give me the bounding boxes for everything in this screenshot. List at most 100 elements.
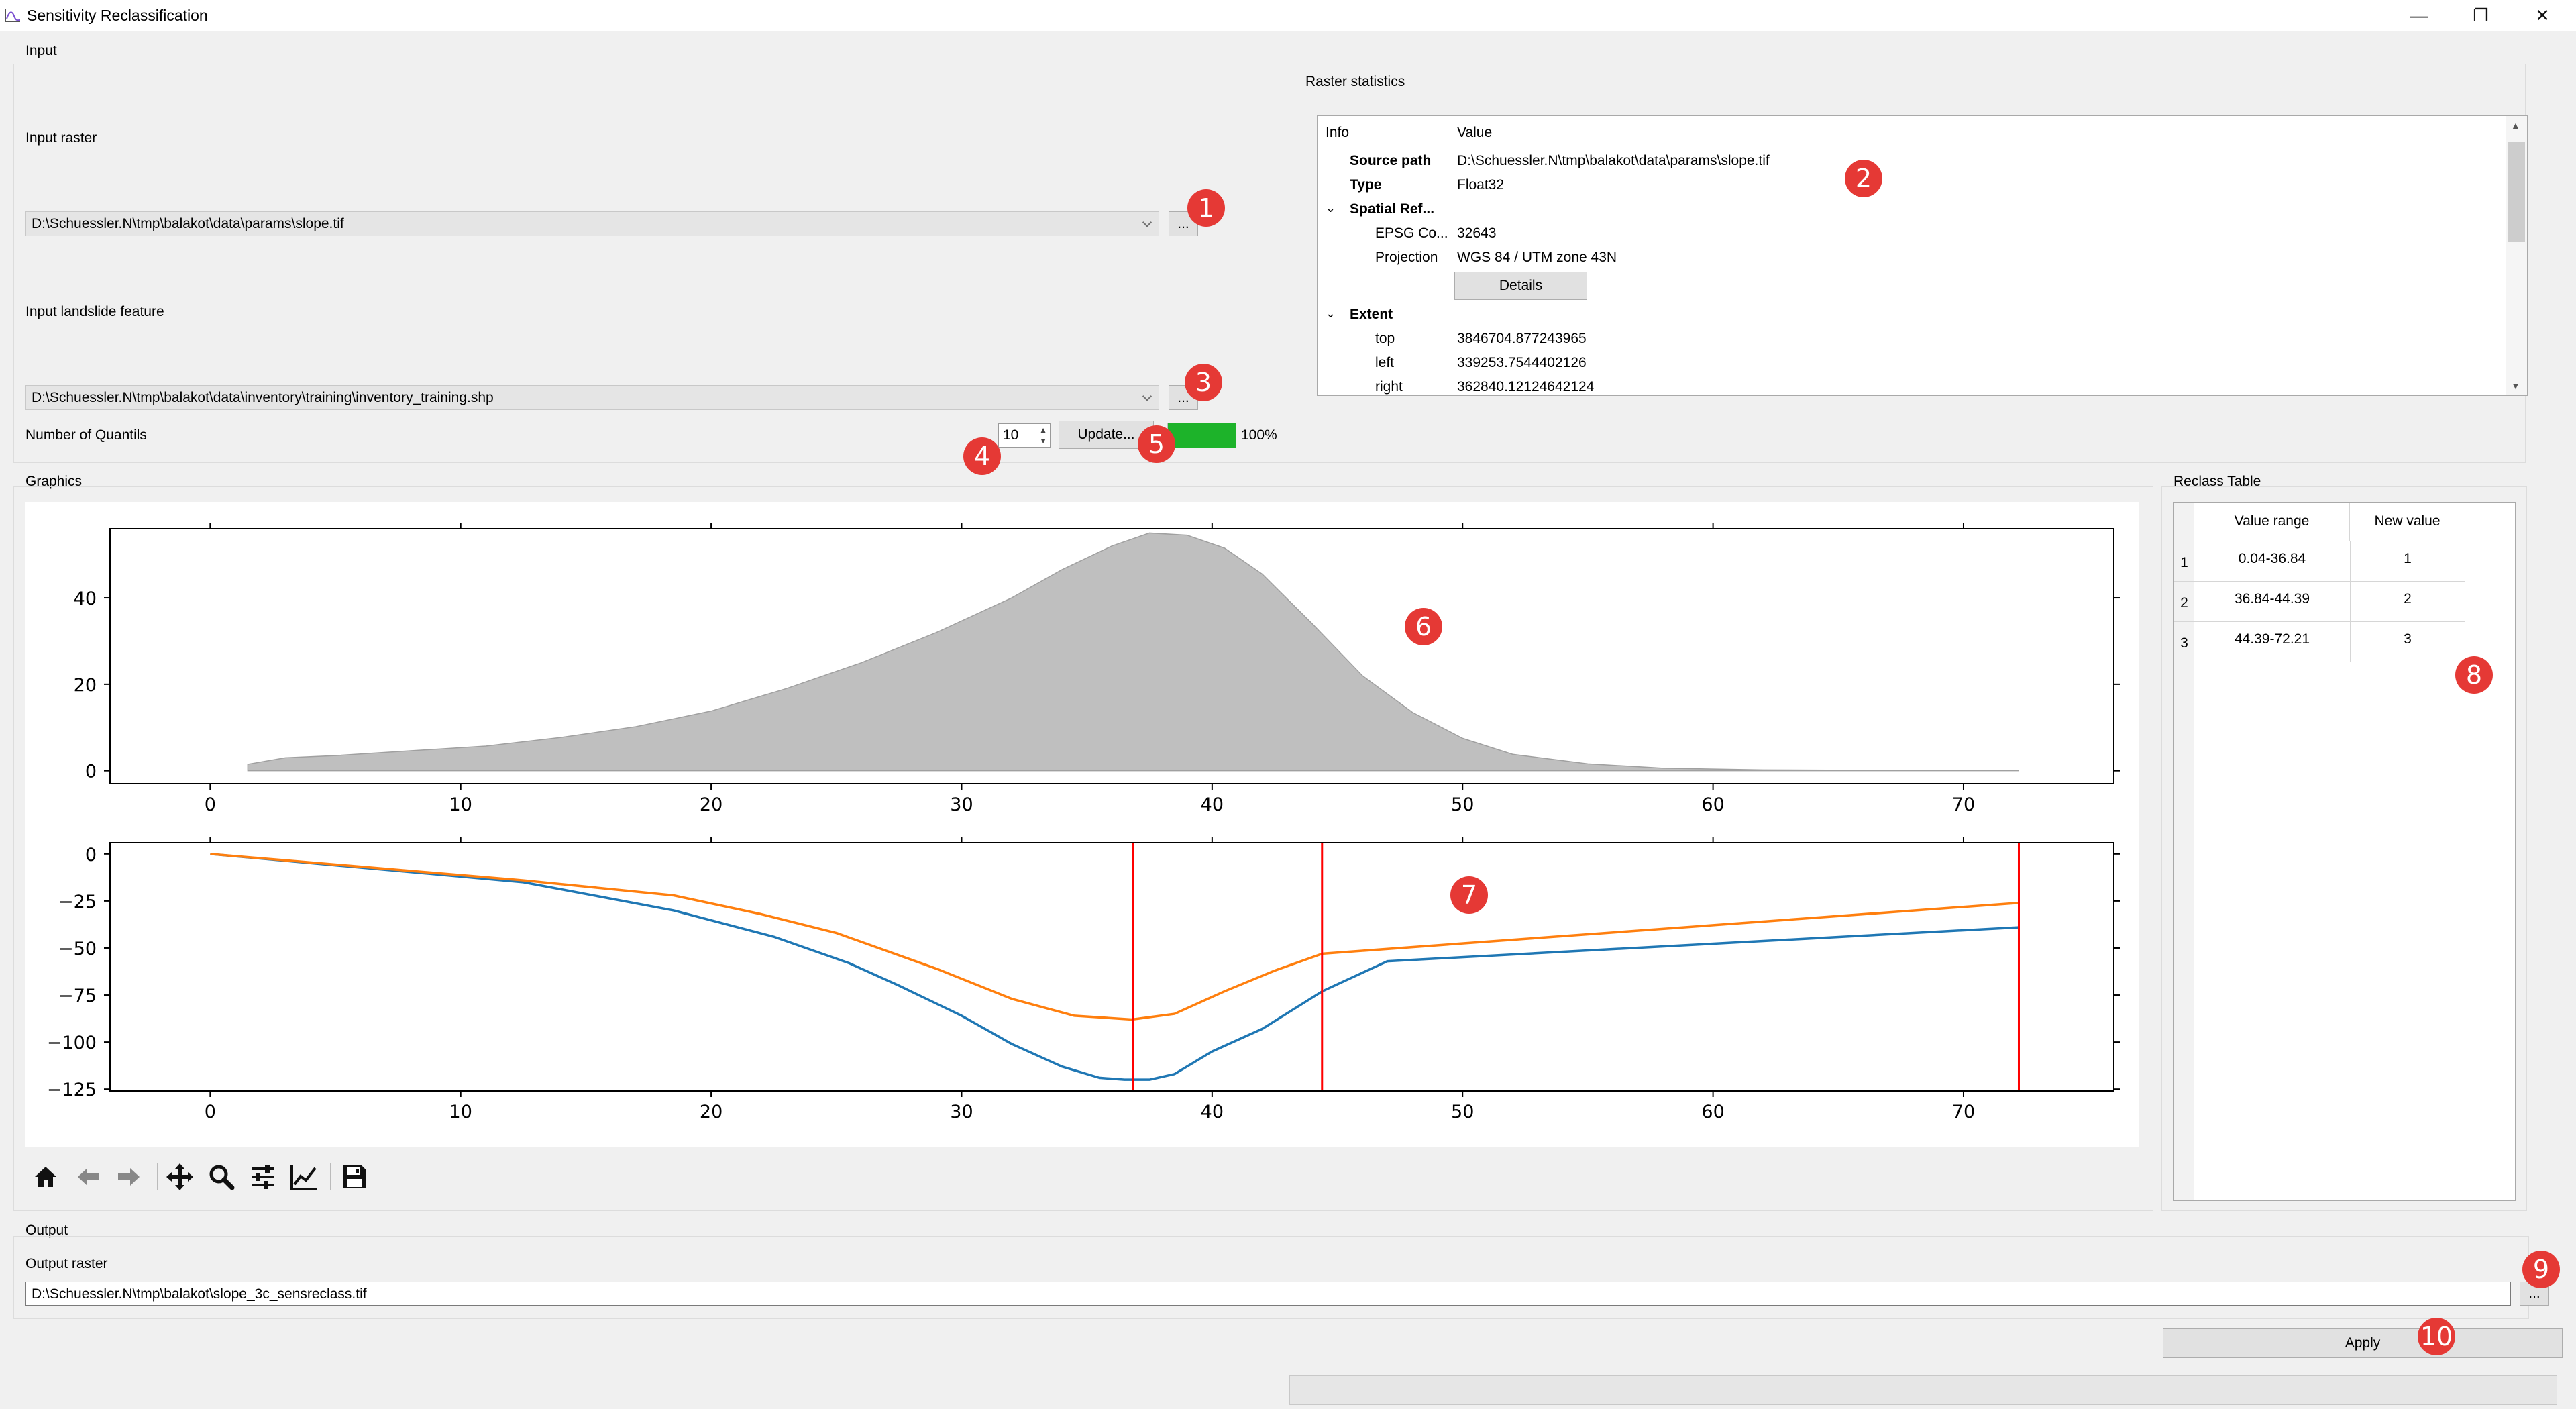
x-tick-label: 0 [205, 1102, 216, 1123]
edit-axis-icon[interactable] [287, 1159, 322, 1194]
x-tick-label: 20 [700, 1102, 722, 1123]
x-tick-label: 50 [1451, 794, 1474, 815]
annotation-badge-9: 9 [2522, 1251, 2560, 1288]
toolbar-separator [330, 1163, 331, 1190]
table-row[interactable]: 1 0.04-36.84 1 [2174, 541, 2465, 582]
stats-key: left [1375, 355, 1395, 370]
chevron-down-icon[interactable] [1142, 217, 1152, 227]
x-tick-label: 20 [700, 794, 722, 815]
stats-value: 362840.12124642124 [1457, 379, 1595, 395]
home-icon[interactable] [28, 1159, 63, 1194]
x-tick-label: 40 [1201, 1102, 1224, 1123]
stats-key: top [1375, 331, 1395, 346]
new-value-cell[interactable]: 1 [2350, 551, 2465, 567]
scroll-up-icon[interactable]: ▲ [2511, 120, 2520, 131]
stats-key: Source path [1350, 153, 1432, 168]
new-value-cell[interactable]: 3 [2350, 631, 2465, 647]
annotation-badge-1: 1 [1187, 189, 1225, 227]
annotation-badge-2: 2 [1845, 160, 1882, 197]
y-tick-label: −125 [47, 1080, 97, 1100]
x-tick-label: 60 [1701, 794, 1724, 815]
x-tick-label: 30 [950, 1102, 973, 1123]
x-tick-label: 30 [950, 794, 973, 815]
raster-statistics-tree[interactable]: Info Value Source path D:\Schuessler.N\t… [1317, 115, 2528, 396]
y-tick-label: −25 [58, 892, 97, 912]
y-tick-label: 0 [85, 762, 97, 782]
reclass-table[interactable]: Value range New value 1 0.04-36.84 1 2 3… [2174, 502, 2516, 1201]
column-header-label: New value [2374, 513, 2440, 529]
stats-value: D:\Schuessler.N\tmp\balakot\data\params\… [1457, 153, 1770, 168]
annotation-badge-4: 4 [963, 437, 1001, 475]
stats-scrollbar[interactable]: ▲ ▼ [2506, 116, 2527, 395]
table-row[interactable]: 3 44.39-72.21 3 [2174, 622, 2465, 662]
progress-bar [1167, 423, 1236, 448]
value-range-cell[interactable]: 0.04-36.84 [2194, 551, 2350, 567]
y-tick-label: −75 [58, 986, 97, 1006]
annotation-badge-10: 10 [2418, 1318, 2455, 1355]
scrollbar-thumb[interactable] [2508, 142, 2525, 242]
y-tick-label: −50 [58, 939, 97, 959]
save-icon[interactable] [337, 1159, 372, 1194]
x-tick-label: 10 [449, 1102, 472, 1123]
apply-button[interactable]: Apply [2163, 1328, 2563, 1358]
x-tick-label: 0 [205, 794, 216, 815]
configure-subplots-icon[interactable] [246, 1159, 280, 1194]
input-landslide-combo[interactable]: D:\Schuessler.N\tmp\balakot\data\invento… [25, 385, 1159, 410]
progress-fill [1168, 423, 1236, 448]
spin-up-icon[interactable]: ▲ [1039, 425, 1047, 435]
stats-key: right [1375, 379, 1403, 395]
pan-icon[interactable] [162, 1159, 197, 1194]
stats-key[interactable]: Spatial Ref... [1350, 201, 1434, 217]
column-header-label: Value range [2234, 513, 2310, 529]
details-button[interactable]: Details [1454, 272, 1587, 300]
x-tick-label: 40 [1201, 794, 1224, 815]
x-tick-label: 70 [1952, 794, 1975, 815]
stats-value: WGS 84 / UTM zone 43N [1457, 250, 1617, 265]
progress-text: 100% [1241, 427, 1277, 443]
scroll-down-icon[interactable]: ▼ [2511, 380, 2520, 391]
annotation-badge-7: 7 [1450, 876, 1488, 914]
row-index: 2 [2180, 595, 2188, 611]
app-icon [5, 9, 21, 22]
column-header[interactable]: Value range [2194, 503, 2350, 541]
quantils-spinbox[interactable]: 10 ▲ ▼ [998, 423, 1051, 448]
value-range-cell[interactable]: 36.84-44.39 [2194, 591, 2350, 607]
row-index: 1 [2180, 555, 2188, 570]
zoom-icon[interactable] [204, 1159, 239, 1194]
forward-arrow-icon[interactable] [111, 1159, 146, 1194]
quantils-value: 10 [1003, 427, 1019, 443]
expand-chevron-icon[interactable]: ⌄ [1326, 201, 1336, 215]
close-icon[interactable]: ✕ [2512, 0, 2573, 31]
spin-down-icon[interactable]: ▼ [1039, 436, 1047, 446]
x-tick-label: 50 [1451, 1102, 1474, 1123]
table-row[interactable]: 2 36.84-44.39 2 [2174, 582, 2465, 622]
plot-canvas[interactable]: 0 10 20 30 40 50 60 70 0 20 40 0 10 20 30 40 50 60 70 0 −25… [25, 502, 2139, 1147]
y-tick-label: 40 [74, 588, 97, 609]
stats-key[interactable]: Extent [1350, 307, 1393, 323]
output-raster-label: Output raster [25, 1256, 108, 1271]
y-tick-label: 20 [74, 675, 97, 696]
x-tick-label: 10 [449, 794, 472, 815]
expand-chevron-icon[interactable]: ⌄ [1326, 307, 1336, 321]
title-bar: Sensitivity Reclassification — ❐ ✕ [0, 0, 2576, 31]
back-arrow-icon[interactable] [71, 1159, 106, 1194]
value-range-cell[interactable]: 44.39-72.21 [2194, 631, 2350, 647]
input-raster-combo[interactable]: D:\Schuessler.N\tmp\balakot\data\params\… [25, 211, 1159, 236]
y-tick-label: −100 [47, 1033, 97, 1053]
chevron-down-icon[interactable] [1142, 390, 1152, 401]
input-raster-value: D:\Schuessler.N\tmp\balakot\data\params\… [32, 215, 344, 231]
restore-icon[interactable]: ❐ [2450, 0, 2512, 31]
x-tick-label: 70 [1952, 1102, 1975, 1123]
minimize-icon[interactable]: — [2388, 0, 2450, 31]
annotation-badge-5: 5 [1138, 425, 1175, 463]
output-group-frame [13, 1236, 2529, 1319]
input-raster-label: Input raster [25, 130, 97, 146]
output-raster-field[interactable]: D:\Schuessler.N\tmp\balakot\slope_3c_sen… [25, 1282, 2511, 1306]
column-header[interactable]: New value [2350, 503, 2465, 541]
stats-value: 32643 [1457, 225, 1497, 241]
new-value-cell[interactable]: 2 [2350, 591, 2465, 607]
stats-key: EPSG Co... [1375, 225, 1448, 241]
quantils-label: Number of Quantils [25, 427, 147, 443]
stats-value: Float32 [1457, 177, 1505, 193]
x-tick-label: 60 [1701, 1102, 1724, 1123]
